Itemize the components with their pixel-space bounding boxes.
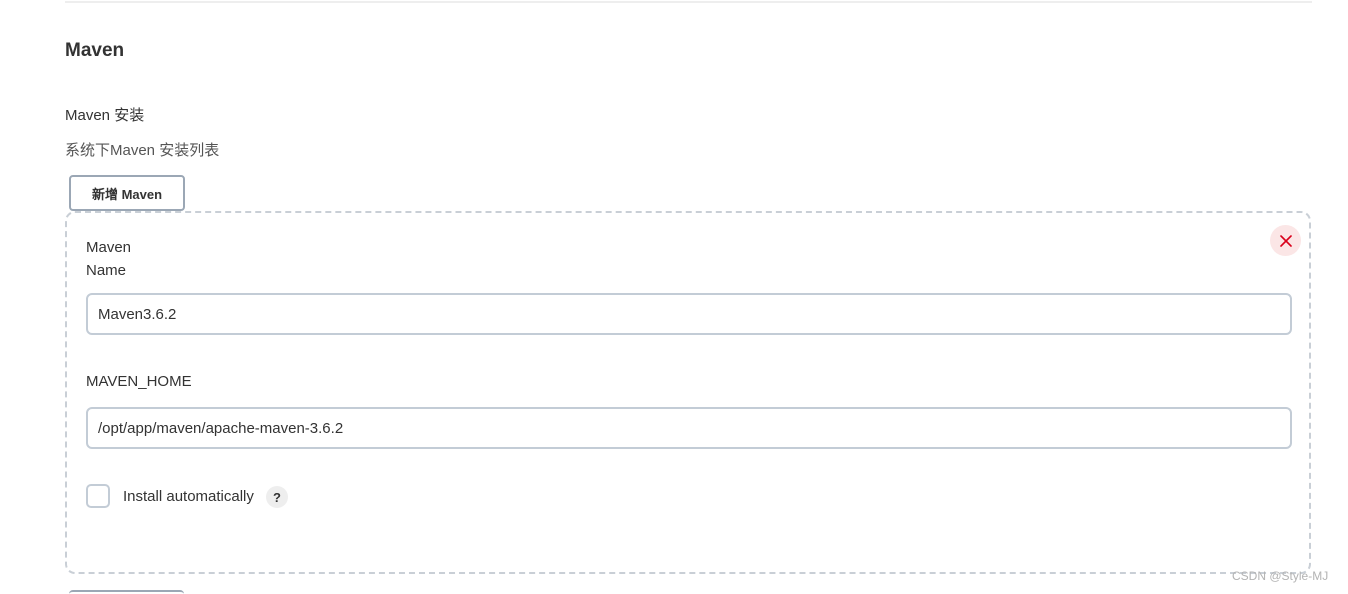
maven-name-label: Maven Name [86, 236, 131, 282]
maven-install-description: 系统下Maven 安装列表 [65, 142, 220, 159]
maven-home-input[interactable] [86, 407, 1292, 449]
top-divider [65, 1, 1312, 3]
section-title: Maven [65, 40, 125, 61]
install-automatically-checkbox[interactable] [86, 484, 110, 508]
close-icon [1279, 234, 1292, 247]
next-button-edge[interactable] [69, 590, 184, 594]
maven-installation-card: Maven Name MAVEN_HOME Install automatica… [65, 211, 1311, 574]
maven-config-page: Maven Maven 安装 系统下Maven 安装列表 新增 Maven Ma… [0, 0, 1348, 594]
add-maven-button[interactable]: 新增 Maven [69, 175, 185, 211]
maven-install-label: Maven 安装 [65, 107, 145, 124]
help-icon[interactable]: ? [266, 486, 288, 508]
maven-home-label: MAVEN_HOME [86, 373, 192, 390]
maven-name-label-line2: Name [86, 262, 127, 279]
delete-installation-button[interactable] [1270, 225, 1301, 256]
install-automatically-label: Install automatically [123, 488, 254, 505]
watermark: CSDN @Style-MJ [1232, 569, 1329, 583]
maven-name-label-line1: Maven [86, 239, 132, 256]
maven-name-input[interactable] [86, 293, 1292, 335]
